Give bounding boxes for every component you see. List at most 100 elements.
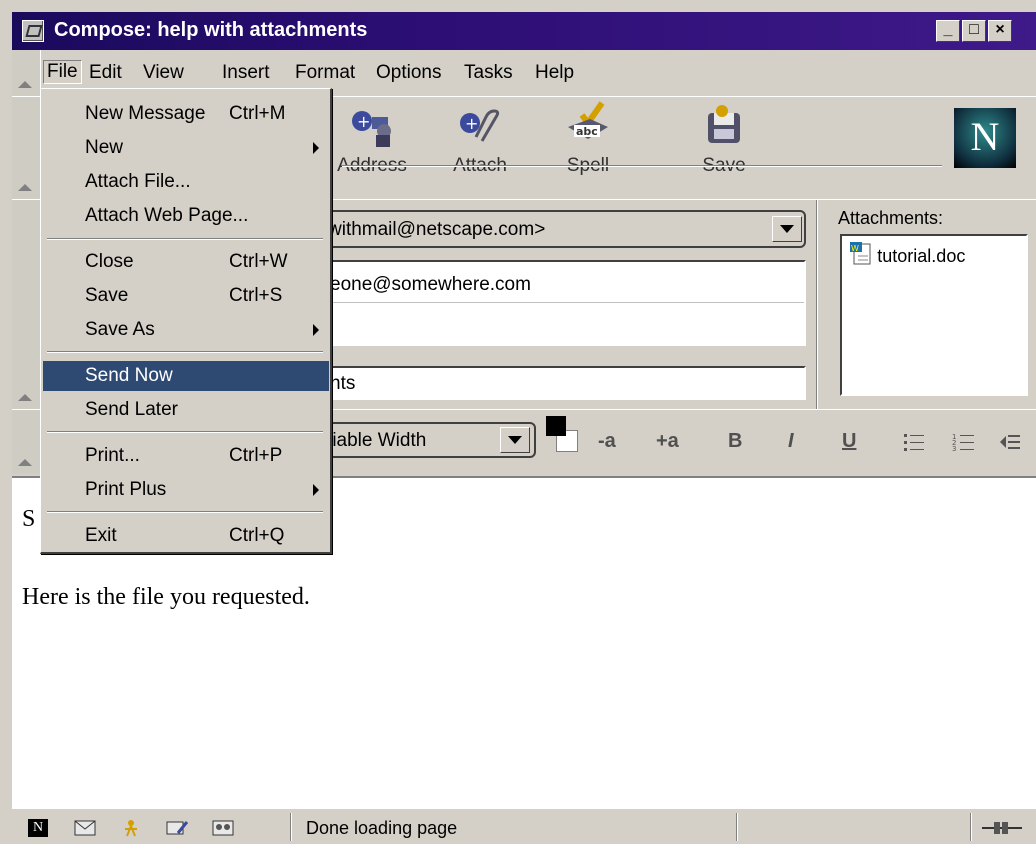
svg-text:+: +: [357, 112, 370, 131]
window-title: Compose: help with attachments: [54, 19, 368, 41]
menu-item-close[interactable]: Close Ctrl+W: [43, 247, 329, 277]
address-book-component-icon[interactable]: [212, 819, 234, 837]
svg-text:3: 3: [952, 445, 956, 452]
menu-item-shortcut: Ctrl+P: [229, 445, 283, 466]
menu-options[interactable]: Options: [376, 62, 441, 84]
menu-item-send-now[interactable]: Send Now: [43, 361, 329, 391]
attachments-list[interactable]: W tutorial.doc: [840, 234, 1028, 396]
format-grip[interactable]: [12, 410, 41, 474]
svg-text:abc: abc: [576, 125, 598, 138]
menu-insert[interactable]: Insert: [222, 62, 270, 84]
menu-item-label: Save As: [85, 319, 155, 340]
subject-value: nts: [330, 373, 356, 394]
menu-item-label: Send Now: [85, 365, 173, 386]
from-value: withmail@netscape.com>: [328, 219, 546, 240]
submenu-arrow-icon: [313, 142, 319, 154]
compose-window: Compose: help with attachments _ □ × Fil…: [0, 0, 1036, 844]
attachments-divider[interactable]: [816, 200, 818, 409]
menu-help[interactable]: Help: [535, 62, 574, 84]
decrease-font-size-button[interactable]: -a: [598, 430, 616, 453]
menu-item-attach-web-page[interactable]: Attach Web Page...: [43, 201, 329, 231]
text-color-picker[interactable]: [546, 416, 578, 452]
attachment-item[interactable]: W tutorial.doc: [850, 242, 965, 268]
menu-item-print-plus[interactable]: Print Plus: [43, 475, 329, 505]
menu-item-label: New Message: [85, 103, 206, 124]
menu-separator: [47, 431, 323, 433]
menubar-grip[interactable]: [12, 50, 41, 96]
recipients-list[interactable]: eone@somewhere.com: [318, 260, 806, 346]
menu-item-label: Exit: [85, 525, 117, 546]
increase-font-size-button[interactable]: +a: [656, 430, 679, 453]
status-text: Done loading page: [306, 818, 458, 838]
status-bar: N Done loading page: [12, 808, 1036, 844]
font-dropdown-arrow-icon[interactable]: [500, 427, 530, 453]
menu-item-shortcut: Ctrl+Q: [229, 525, 285, 546]
save-icon: [708, 105, 740, 143]
menu-item-exit[interactable]: Exit Ctrl+Q: [43, 521, 329, 551]
menu-item-new-message[interactable]: New Message Ctrl+M: [43, 99, 329, 129]
menu-item-label: Print Plus: [85, 479, 167, 500]
address-grip[interactable]: [12, 200, 41, 409]
to-recipient[interactable]: eone@somewhere.com: [330, 274, 531, 296]
maximize-button[interactable]: □: [962, 20, 986, 42]
svg-text:+: +: [465, 114, 478, 133]
paperclip-icon: +: [460, 109, 500, 142]
menu-item-save-as[interactable]: Save As: [43, 315, 329, 345]
menu-item-shortcut: Ctrl+S: [229, 285, 283, 306]
recipient-row-divider: [320, 302, 804, 303]
instant-messenger-icon[interactable]: [120, 819, 142, 837]
bold-button[interactable]: B: [728, 430, 742, 453]
subject-input[interactable]: nts: [318, 366, 806, 400]
menu-item-new[interactable]: New: [43, 133, 329, 163]
svg-text:W: W: [851, 244, 859, 253]
toolbar-grip[interactable]: [12, 97, 41, 199]
submenu-arrow-icon: [313, 484, 319, 496]
menu-item-save[interactable]: Save Ctrl+S: [43, 281, 329, 311]
title-bar[interactable]: Compose: help with attachments _ □ ×: [12, 12, 1036, 50]
compose-window-icon[interactable]: [22, 20, 44, 42]
menu-item-label: Attach File...: [85, 171, 191, 192]
menu-item-label: Close: [85, 251, 134, 272]
connection-status-icon[interactable]: [982, 819, 1022, 837]
netscape-logo[interactable]: N: [954, 108, 1016, 168]
menu-item-shortcut: Ctrl+W: [229, 251, 288, 272]
menu-separator: [47, 511, 323, 513]
menu-format[interactable]: Format: [295, 62, 355, 84]
attachment-filename: tutorial.doc: [877, 246, 966, 266]
menu-item-send-later[interactable]: Send Later: [43, 395, 329, 425]
composer-icon[interactable]: [166, 819, 188, 837]
numbered-list-icon[interactable]: 1 2 3: [952, 432, 976, 452]
menu-tasks[interactable]: Tasks: [464, 62, 513, 84]
outdent-icon[interactable]: [998, 432, 1022, 452]
spellcheck-icon: abc: [568, 101, 608, 139]
menu-item-label: Save: [85, 285, 129, 306]
close-button[interactable]: ×: [988, 20, 1012, 42]
underline-button[interactable]: U: [842, 430, 856, 453]
menu-item-shortcut: Ctrl+M: [229, 103, 286, 124]
menu-item-attach-file[interactable]: Attach File...: [43, 167, 329, 197]
mail-component-icon[interactable]: [74, 819, 96, 837]
address-book-icon: +: [352, 111, 391, 147]
menu-file[interactable]: File: [43, 60, 82, 84]
font-value: riable Width: [326, 430, 427, 451]
menu-item-label: Attach Web Page...: [85, 205, 249, 226]
from-select[interactable]: withmail@netscape.com>: [318, 210, 806, 248]
menu-separator: [47, 351, 323, 353]
body-line-1: S: [22, 506, 36, 532]
status-divider-1: [290, 813, 292, 841]
minimize-button[interactable]: _: [936, 20, 960, 42]
bullet-list-icon[interactable]: [902, 432, 926, 452]
italic-button[interactable]: I: [788, 430, 794, 453]
attachments-label: Attachments:: [838, 208, 944, 228]
toolbar-divider: [342, 165, 942, 167]
from-dropdown-arrow-icon[interactable]: [772, 216, 802, 242]
font-select[interactable]: riable Width: [318, 422, 536, 458]
body-line-2: Here is the file you requested.: [22, 584, 310, 610]
menu-item-print[interactable]: Print... Ctrl+P: [43, 441, 329, 471]
foreground-color-swatch: [546, 416, 566, 436]
submenu-arrow-icon: [313, 324, 319, 336]
menu-edit[interactable]: Edit: [89, 62, 122, 84]
menu-view[interactable]: View: [143, 62, 184, 84]
menu-item-label: Send Later: [85, 399, 178, 420]
navigator-component-icon[interactable]: N: [28, 819, 48, 837]
